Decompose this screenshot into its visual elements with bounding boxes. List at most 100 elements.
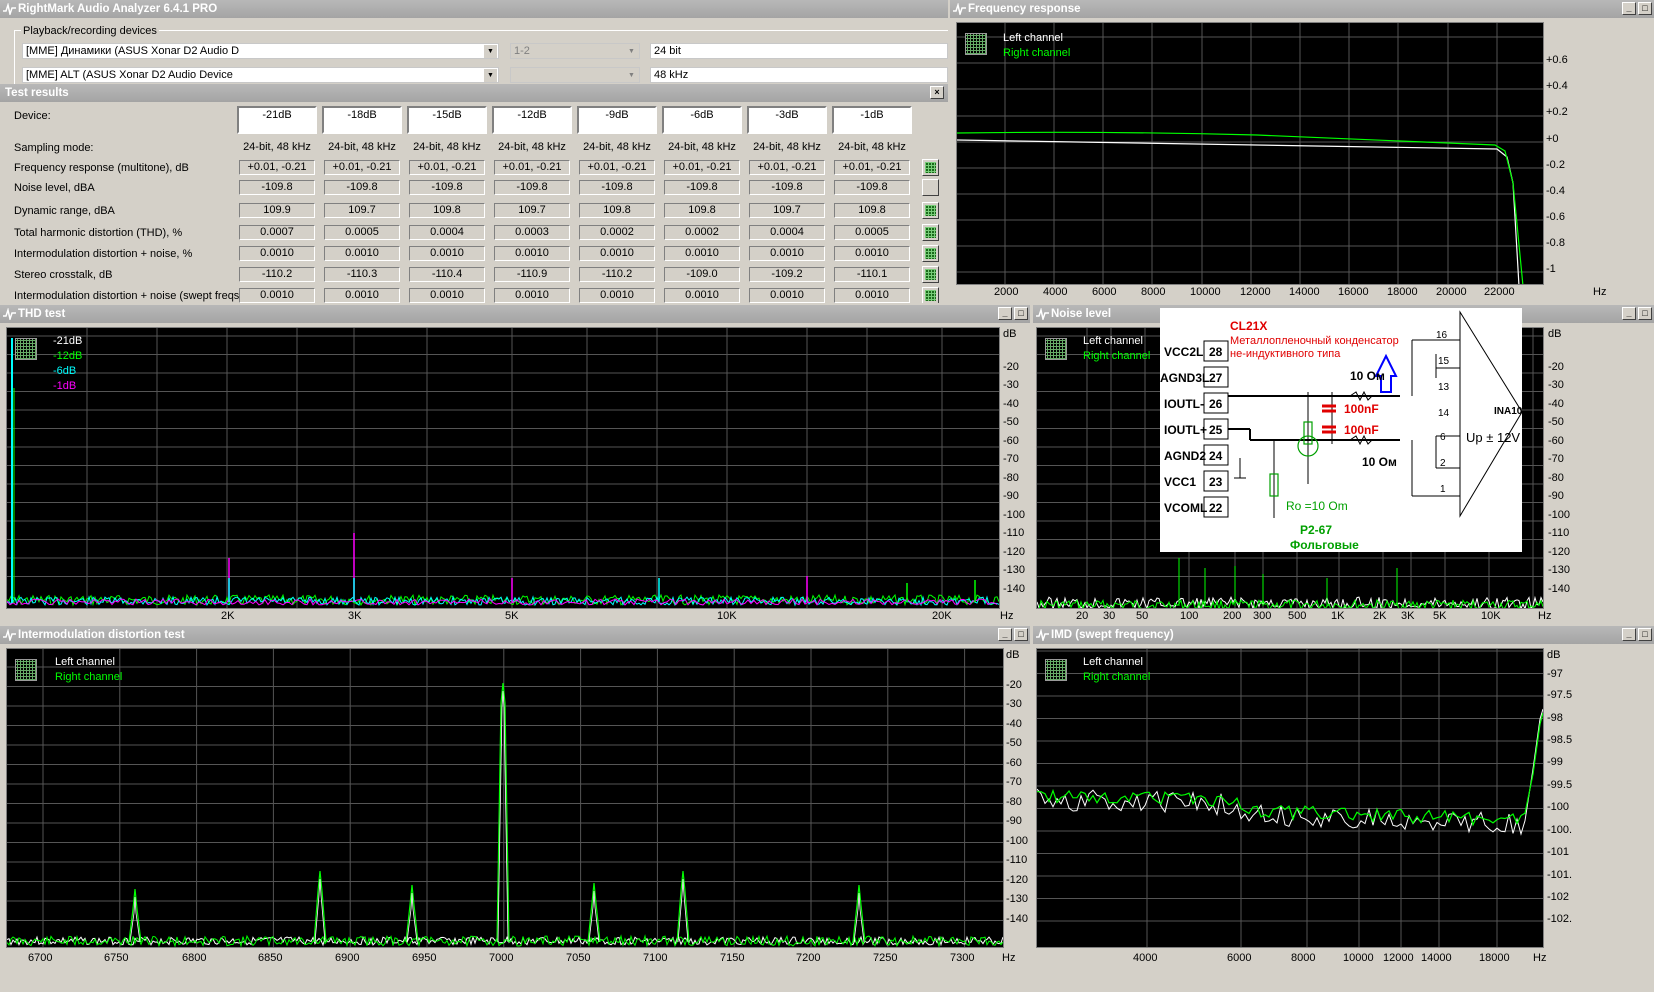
show-graph-button[interactable]: [922, 266, 939, 283]
device-header-0[interactable]: -21dB: [237, 106, 317, 134]
result-cell: 0.0010: [239, 246, 315, 261]
recording-device-select[interactable]: [MME] ALT (ASUS Xonar D2 Audio Device ▼: [22, 67, 499, 83]
y-tick-label: -80: [1006, 796, 1022, 808]
x-tick-label: 6900: [335, 952, 360, 964]
schematic-pin-name: AGND3L: [1160, 371, 1209, 385]
maximize-button[interactable]: □: [1014, 307, 1028, 320]
graph-settings-icon[interactable]: [15, 338, 37, 360]
show-graph-button[interactable]: [922, 159, 939, 176]
x-tick-label: 14000: [1421, 952, 1452, 964]
bit-depth-field[interactable]: 24 bit: [650, 43, 948, 59]
y-unit-label: dB: [1547, 649, 1561, 661]
x-tick-label: 14000: [1289, 286, 1320, 298]
x-tick-label: 20K: [932, 610, 952, 622]
maximize-button[interactable]: □: [1014, 628, 1028, 641]
sample-rate-field[interactable]: 48 kHz: [650, 67, 948, 83]
x-tick-label: 7100: [643, 952, 668, 964]
result-cell: +0.01, -0.21: [494, 160, 570, 175]
test-results-close-button[interactable]: ×: [930, 86, 944, 99]
minimize-button[interactable]: _: [998, 307, 1012, 320]
x-tick-label: 22000: [1484, 286, 1515, 298]
show-graph-button[interactable]: [922, 245, 939, 262]
show-graph-button[interactable]: [922, 287, 939, 303]
y-tick-label: -1: [1546, 263, 1556, 275]
y-tick-label: -20: [1548, 361, 1564, 373]
resistor-bot-label: 10 Ом: [1362, 455, 1397, 469]
imd-plot: Left channel Right channel: [6, 648, 1004, 948]
result-cell: 0.0010: [749, 246, 825, 261]
result-cell: -109.8: [664, 180, 740, 195]
schematic-pin-num: 27: [1209, 371, 1223, 385]
x-tick-label: 7250: [873, 952, 898, 964]
show-graph-button[interactable]: [922, 224, 939, 241]
graph-settings-icon[interactable]: [1045, 338, 1067, 360]
device-header-2[interactable]: -15dB: [407, 106, 487, 134]
cap-note-1: Металлопленочный конденсатор: [1230, 335, 1399, 347]
minimize-button[interactable]: _: [1622, 307, 1636, 320]
x-tick-label: 7000: [489, 952, 514, 964]
x-tick-label: 50: [1136, 610, 1149, 622]
device-header-1[interactable]: -18dB: [322, 106, 402, 134]
y-tick-label: -60: [1548, 435, 1564, 447]
device-header-3[interactable]: -12dB: [492, 106, 572, 134]
result-cell: -109.2: [749, 267, 825, 282]
y-tick-label: -90: [1548, 490, 1564, 502]
result-cell: -110.2: [579, 267, 655, 282]
chart-legend: Left channel Right channel: [1003, 31, 1070, 61]
result-cell: 0.0010: [579, 288, 655, 303]
maximize-button[interactable]: □: [1638, 2, 1652, 15]
cap-note-2: не-индуктивного типа: [1230, 348, 1341, 360]
row-label: Noise level, dBA: [14, 182, 95, 194]
row-label: Intermodulation distortion + noise (swep…: [14, 290, 259, 302]
row-label: Frequency response (multitone), dB: [14, 162, 189, 174]
maximize-button[interactable]: □: [1638, 307, 1652, 320]
y-tick-label: -20: [1003, 361, 1019, 373]
schematic-pin-name: VCC2L: [1164, 345, 1203, 359]
minimize-button[interactable]: _: [1622, 2, 1636, 15]
graph-settings-icon[interactable]: [15, 659, 37, 681]
y-tick-label: -30: [1003, 379, 1019, 391]
result-cell: 109.8: [834, 203, 910, 218]
schematic-pin-num: 28: [1209, 345, 1223, 359]
device-header-5[interactable]: -6dB: [662, 106, 742, 134]
maximize-button[interactable]: □: [1638, 628, 1652, 641]
fr-plot-svg: [957, 23, 1543, 284]
x-tick-label: 8000: [1141, 286, 1166, 298]
y-tick-label: -110: [1003, 527, 1025, 539]
show-graph-button[interactable]: [922, 179, 939, 196]
x-tick-label: 6950: [412, 952, 437, 964]
result-cell: -109.8: [579, 180, 655, 195]
result-cell: +0.01, -0.21: [834, 160, 910, 175]
x-tick-label: 6800: [182, 952, 207, 964]
graph-icon: [925, 227, 936, 238]
playback-device-select[interactable]: [MME] Динамики (ASUS Xonar D2 Audio D ▼: [22, 43, 499, 59]
sampling-value: 24-bit, 48 kHz: [583, 141, 651, 153]
x-tick-label: 4000: [1043, 286, 1068, 298]
y-tick-label: -40: [1006, 718, 1022, 730]
cap2-label: 100nF: [1344, 423, 1379, 437]
legend-entry: Right channel: [55, 671, 123, 683]
minimize-button[interactable]: _: [998, 628, 1012, 641]
recording-channels-select[interactable]: ▼: [510, 67, 640, 83]
device-header-6[interactable]: -3dB: [747, 106, 827, 134]
x-tick-label: 18000: [1479, 952, 1510, 964]
result-cell: 0.0010: [409, 288, 485, 303]
result-cell: +0.01, -0.21: [749, 160, 825, 175]
y-tick-label: -30: [1006, 698, 1022, 710]
x-tick-label: 20000: [1436, 286, 1467, 298]
y-tick-label: +0: [1546, 133, 1559, 145]
schematic-pin-name: AGND2: [1164, 449, 1206, 463]
playback-channels-select[interactable]: 1-2 ▼: [510, 43, 640, 59]
graph-settings-icon[interactable]: [1045, 659, 1067, 681]
device-header-4[interactable]: -9dB: [577, 106, 657, 134]
graph-settings-icon[interactable]: [965, 33, 987, 55]
schematic-pin-num: 25: [1209, 423, 1223, 437]
device-header-7[interactable]: -1dB: [832, 106, 912, 134]
y-tick-label: -101.: [1547, 869, 1573, 881]
minimize-button[interactable]: _: [1622, 628, 1636, 641]
result-cell: 109.8: [579, 203, 655, 218]
chevron-down-icon: ▼: [625, 69, 638, 82]
y-tick-label: -140: [1003, 583, 1026, 595]
legend-entry: -21dB: [53, 335, 83, 347]
show-graph-button[interactable]: [922, 202, 939, 219]
